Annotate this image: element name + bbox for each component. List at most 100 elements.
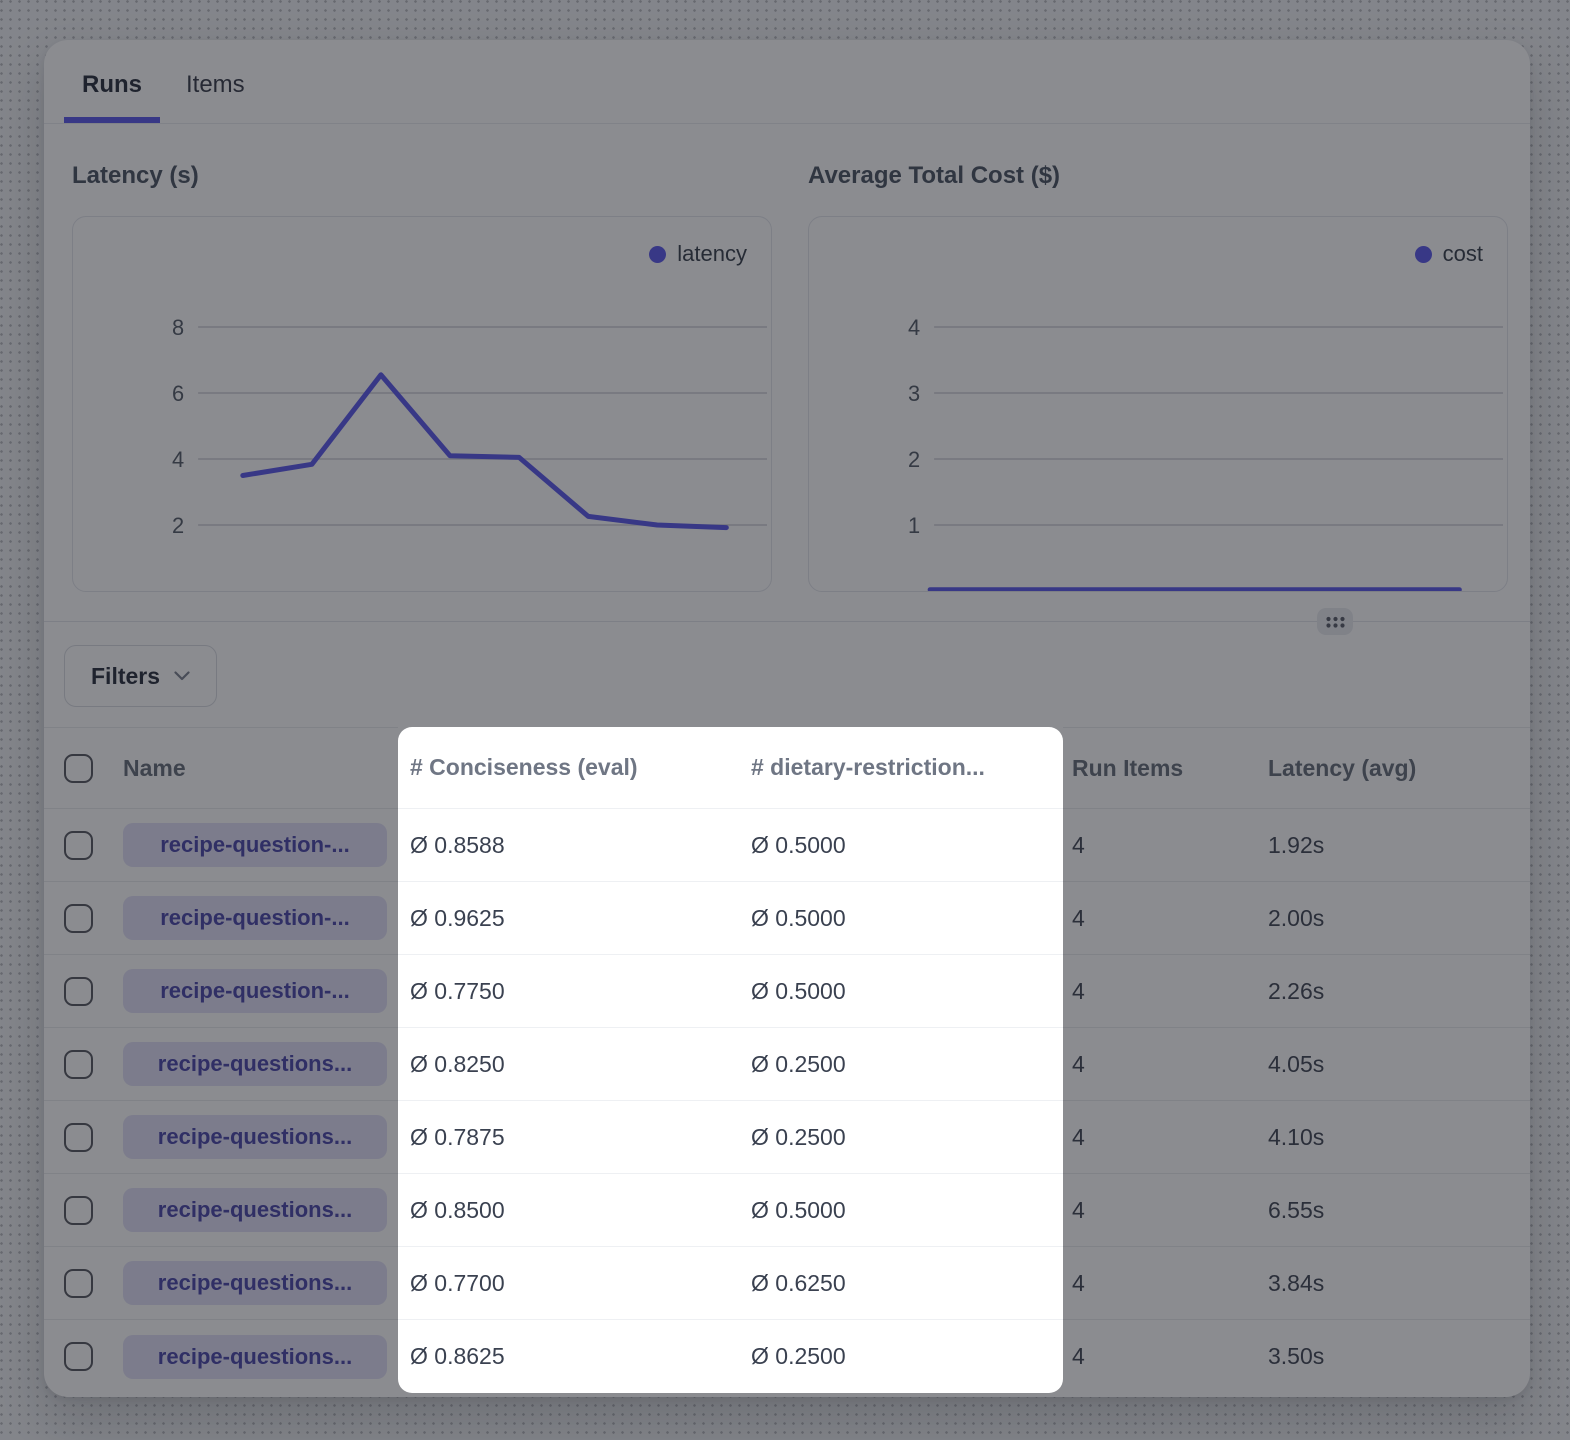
svg-text:2: 2 bbox=[908, 447, 920, 472]
row-checkbox[interactable] bbox=[64, 977, 93, 1006]
charts-section: Latency (s) 8642 latency Average Total C… bbox=[44, 124, 1530, 592]
cell-conciseness: Ø 0.7875 bbox=[398, 1101, 739, 1174]
run-name-badge[interactable]: recipe-question-... bbox=[123, 896, 387, 940]
row-checkbox-cell bbox=[44, 809, 123, 882]
cell-run-items: 4 bbox=[1063, 1174, 1268, 1247]
row-checkbox[interactable] bbox=[64, 1123, 93, 1152]
cell-latency: 4.05s bbox=[1268, 1028, 1530, 1101]
cell-dietary: Ø 0.6250 bbox=[739, 1247, 1063, 1320]
cell-run-items: 4 bbox=[1063, 1247, 1268, 1320]
cell-run-items: 4 bbox=[1063, 809, 1268, 882]
table-row: recipe-question-... Ø 0.9625 Ø 0.5000 4 … bbox=[44, 882, 1530, 955]
filters-button-label: Filters bbox=[91, 663, 160, 690]
cost-legend: cost bbox=[1415, 241, 1483, 267]
cell-latency: 2.26s bbox=[1268, 955, 1530, 1028]
cell-conciseness: Ø 0.8250 bbox=[398, 1028, 739, 1101]
cell-name: recipe-questions... bbox=[123, 1028, 398, 1101]
row-checkbox-cell bbox=[44, 1247, 123, 1320]
run-name-badge[interactable]: recipe-questions... bbox=[123, 1042, 387, 1086]
column-header-label: # Conciseness (eval) bbox=[410, 754, 638, 781]
grip-dots-icon bbox=[1325, 615, 1346, 629]
run-name-badge[interactable]: recipe-question-... bbox=[123, 823, 387, 867]
row-checkbox[interactable] bbox=[64, 1269, 93, 1298]
cell-latency: 6.55s bbox=[1268, 1174, 1530, 1247]
cell-run-items: 4 bbox=[1063, 1101, 1268, 1174]
cell-name: recipe-question-... bbox=[123, 809, 398, 882]
cell-name: recipe-question-... bbox=[123, 955, 398, 1028]
row-checkbox-cell bbox=[44, 955, 123, 1028]
runs-table: Name # Conciseness (eval) # dietary-rest… bbox=[44, 727, 1530, 1393]
cell-latency: 1.92s bbox=[1268, 809, 1530, 882]
row-checkbox[interactable] bbox=[64, 1050, 93, 1079]
tab-items[interactable]: Items bbox=[168, 70, 263, 123]
filters-button[interactable]: Filters bbox=[64, 645, 217, 707]
filters-row: Filters bbox=[44, 622, 1530, 707]
table-row: recipe-question-... Ø 0.7750 Ø 0.5000 4 … bbox=[44, 955, 1530, 1028]
cell-dietary: Ø 0.5000 bbox=[739, 1174, 1063, 1247]
svg-text:6: 6 bbox=[172, 381, 184, 406]
row-checkbox-cell bbox=[44, 1320, 123, 1393]
table-body: recipe-question-... Ø 0.8588 Ø 0.5000 4 … bbox=[44, 809, 1530, 1393]
cell-latency: 2.00s bbox=[1268, 882, 1530, 955]
svg-text:4: 4 bbox=[908, 315, 920, 340]
legend-dot-icon bbox=[649, 246, 666, 263]
latency-legend: latency bbox=[649, 241, 747, 267]
chevron-down-icon bbox=[174, 671, 190, 681]
run-name-badge[interactable]: recipe-questions... bbox=[123, 1115, 387, 1159]
cell-run-items: 4 bbox=[1063, 882, 1268, 955]
cell-dietary: Ø 0.5000 bbox=[739, 809, 1063, 882]
run-name-badge[interactable]: recipe-questions... bbox=[123, 1335, 387, 1379]
cell-dietary: Ø 0.5000 bbox=[739, 955, 1063, 1028]
latency-chart: 8642 latency bbox=[72, 216, 772, 592]
cell-latency: 3.84s bbox=[1268, 1247, 1530, 1320]
latency-chart-block: Latency (s) 8642 latency bbox=[72, 124, 772, 592]
main-panel: Runs Items Latency (s) 8642 latency Aver… bbox=[44, 40, 1530, 1397]
row-checkbox-cell bbox=[44, 1028, 123, 1101]
table-row: recipe-questions... Ø 0.7875 Ø 0.2500 4 … bbox=[44, 1101, 1530, 1174]
row-checkbox[interactable] bbox=[64, 831, 93, 860]
table-row: recipe-question-... Ø 0.8588 Ø 0.5000 4 … bbox=[44, 809, 1530, 882]
cell-name: recipe-questions... bbox=[123, 1101, 398, 1174]
row-checkbox-cell bbox=[44, 1101, 123, 1174]
legend-label: latency bbox=[677, 241, 747, 267]
cell-dietary: Ø 0.2500 bbox=[739, 1028, 1063, 1101]
run-name-badge[interactable]: recipe-questions... bbox=[123, 1188, 387, 1232]
cell-dietary: Ø 0.5000 bbox=[739, 882, 1063, 955]
column-header-conciseness: # Conciseness (eval) bbox=[398, 727, 739, 809]
cell-dietary: Ø 0.2500 bbox=[739, 1101, 1063, 1174]
cell-dietary: Ø 0.2500 bbox=[739, 1320, 1063, 1393]
latency-chart-title: Latency (s) bbox=[72, 162, 772, 190]
cell-conciseness: Ø 0.7700 bbox=[398, 1247, 739, 1320]
cost-chart-plot: 4321 bbox=[809, 217, 1507, 591]
cell-name: recipe-questions... bbox=[123, 1320, 398, 1393]
cell-latency: 4.10s bbox=[1268, 1101, 1530, 1174]
row-checkbox[interactable] bbox=[64, 1196, 93, 1225]
cell-conciseness: Ø 0.7750 bbox=[398, 955, 739, 1028]
resize-drag-handle[interactable] bbox=[1317, 608, 1353, 635]
cell-latency: 3.50s bbox=[1268, 1320, 1530, 1393]
row-checkbox[interactable] bbox=[64, 904, 93, 933]
tab-runs[interactable]: Runs bbox=[64, 70, 160, 123]
column-header-dietary: # dietary-restriction... bbox=[739, 727, 1063, 809]
legend-label: cost bbox=[1443, 241, 1483, 267]
table-row: recipe-questions... Ø 0.8250 Ø 0.2500 4 … bbox=[44, 1028, 1530, 1101]
cost-chart: 4321 cost bbox=[808, 216, 1508, 592]
select-all-checkbox[interactable] bbox=[64, 754, 93, 783]
cost-chart-block: Average Total Cost ($) 4321 cost bbox=[808, 124, 1508, 592]
column-header-run-items: Run Items bbox=[1063, 727, 1268, 809]
section-divider bbox=[44, 621, 1530, 622]
svg-text:2: 2 bbox=[172, 513, 184, 538]
cell-name: recipe-questions... bbox=[123, 1174, 398, 1247]
table-row: recipe-questions... Ø 0.8500 Ø 0.5000 4 … bbox=[44, 1174, 1530, 1247]
column-header-name: Name bbox=[123, 727, 398, 809]
table-row: recipe-questions... Ø 0.8625 Ø 0.2500 4 … bbox=[44, 1320, 1530, 1393]
run-name-badge[interactable]: recipe-question-... bbox=[123, 969, 387, 1013]
svg-text:3: 3 bbox=[908, 381, 920, 406]
svg-text:4: 4 bbox=[172, 447, 184, 472]
cell-conciseness: Ø 0.9625 bbox=[398, 882, 739, 955]
row-checkbox[interactable] bbox=[64, 1342, 93, 1371]
row-checkbox-cell bbox=[44, 1174, 123, 1247]
run-name-badge[interactable]: recipe-questions... bbox=[123, 1261, 387, 1305]
cell-run-items: 4 bbox=[1063, 1028, 1268, 1101]
latency-chart-plot: 8642 bbox=[73, 217, 771, 591]
